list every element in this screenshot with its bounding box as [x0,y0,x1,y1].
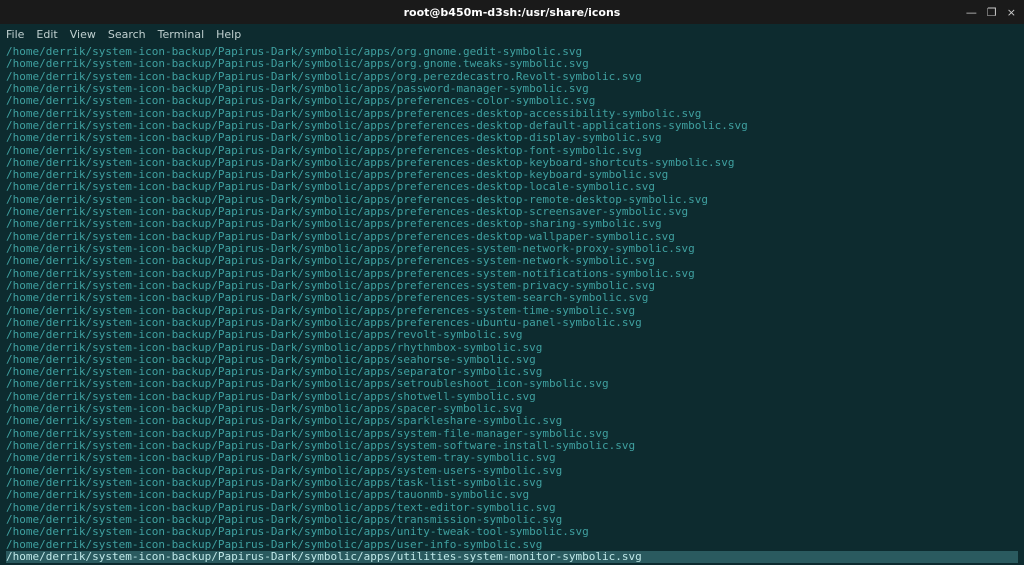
terminal-line: /home/derrik/system-icon-backup/Papirus-… [6,181,1018,193]
menu-terminal[interactable]: Terminal [158,28,205,41]
menu-edit[interactable]: Edit [36,28,57,41]
menu-file[interactable]: File [6,28,24,41]
close-button[interactable]: × [1007,6,1016,19]
terminal-line: /home/derrik/system-icon-backup/Papirus-… [6,58,1018,70]
terminal-line: /home/derrik/system-icon-backup/Papirus-… [6,342,1018,354]
terminal-line: /home/derrik/system-icon-backup/Papirus-… [6,145,1018,157]
terminal-line: /home/derrik/system-icon-backup/Papirus-… [6,292,1018,304]
terminal-line: /home/derrik/system-icon-backup/Papirus-… [6,95,1018,107]
terminal-line: /home/derrik/system-icon-backup/Papirus-… [6,539,1018,551]
terminal-line: /home/derrik/system-icon-backup/Papirus-… [6,255,1018,267]
window-title: root@b450m-d3sh:/usr/share/icons [404,6,621,19]
terminal-line: /home/derrik/system-icon-backup/Papirus-… [6,218,1018,230]
terminal-line: /home/derrik/system-icon-backup/Papirus-… [6,452,1018,464]
terminal-line: /home/derrik/system-icon-backup/Papirus-… [6,329,1018,341]
titlebar: root@b450m-d3sh:/usr/share/icons — ❐ × [0,0,1024,24]
terminal-line: /home/derrik/system-icon-backup/Papirus-… [6,415,1018,427]
maximize-button[interactable]: ❐ [987,6,997,19]
terminal-line: /home/derrik/system-icon-backup/Papirus-… [6,526,1018,538]
menu-help[interactable]: Help [216,28,241,41]
terminal-line: /home/derrik/system-icon-backup/Papirus-… [6,132,1018,144]
terminal-line: /home/derrik/system-icon-backup/Papirus-… [6,378,1018,390]
menubar: File Edit View Search Terminal Help [0,24,1024,44]
minimize-button[interactable]: — [966,6,977,19]
menu-search[interactable]: Search [108,28,146,41]
terminal-output[interactable]: /home/derrik/system-icon-backup/Papirus-… [0,44,1024,565]
window-controls: — ❐ × [966,6,1016,19]
terminal-line: /home/derrik/system-icon-backup/Papirus-… [6,489,1018,501]
terminal-line: /home/derrik/system-icon-backup/Papirus-… [6,551,1018,563]
menu-view[interactable]: View [70,28,96,41]
